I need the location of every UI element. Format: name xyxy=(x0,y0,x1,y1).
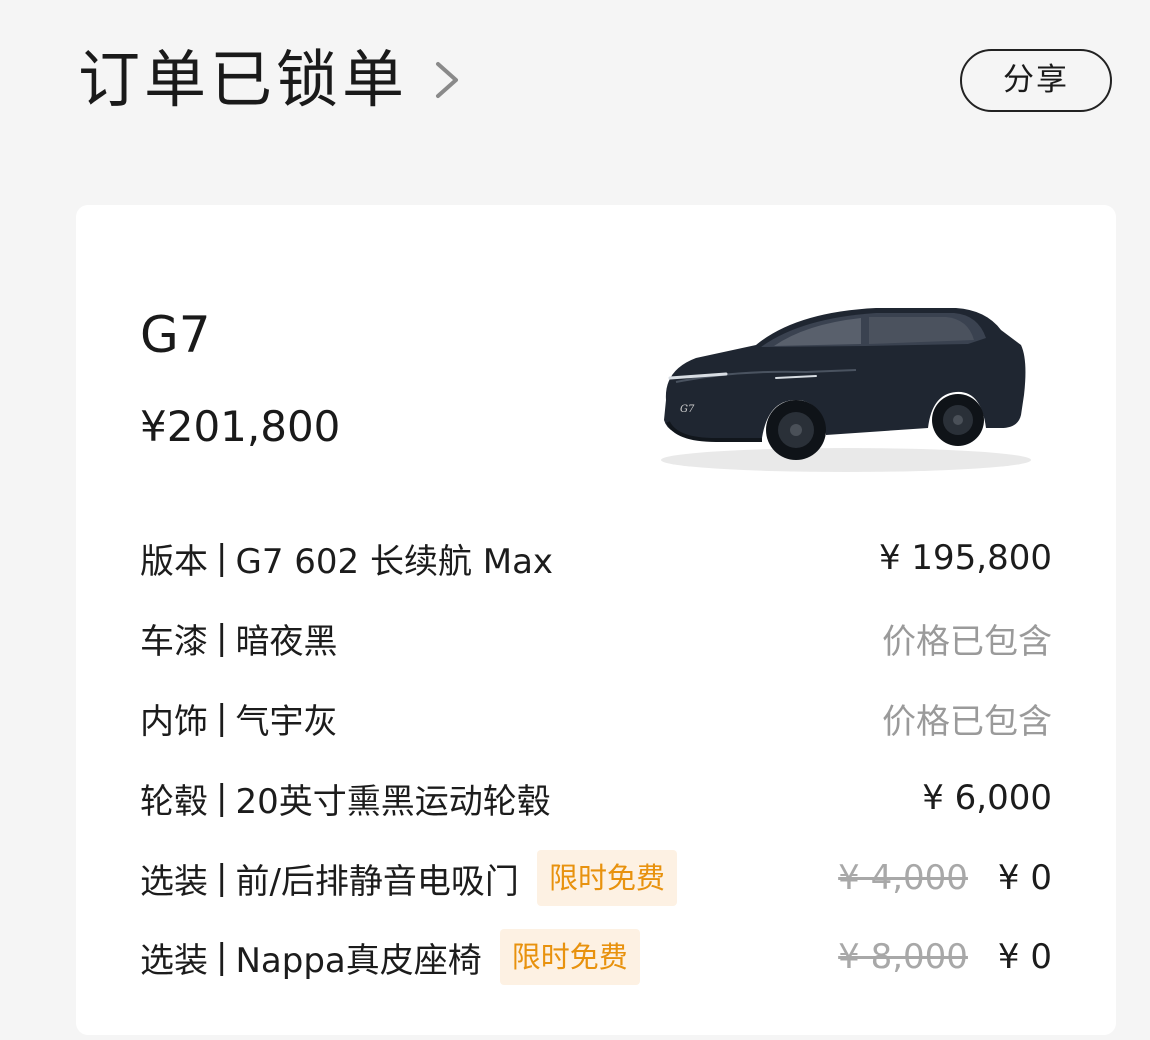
chevron-right-icon[interactable] xyxy=(432,58,464,102)
option-category: 选装 xyxy=(140,861,208,902)
option-value: Nappa真皮座椅 xyxy=(235,940,482,981)
original-price: ¥ 8,000 xyxy=(838,937,968,977)
option-category: 车漆 xyxy=(140,621,208,662)
option-separator: | xyxy=(216,937,228,977)
total-price: ¥201,800 xyxy=(140,402,341,451)
option-price: 价格已包含 xyxy=(882,621,1052,662)
option-label-group: 车漆 | 暗夜黑 xyxy=(140,608,337,668)
page-title[interactable]: 订单已锁单 xyxy=(78,40,408,120)
option-category: 内饰 xyxy=(140,701,208,742)
option-price: ¥ 0 xyxy=(997,937,1052,977)
option-category: 版本 xyxy=(140,541,208,582)
option-label-group: 轮毂 | 20英寸熏黑运动轮毂 xyxy=(140,768,551,828)
option-price-group: 价格已包含 xyxy=(882,688,1052,748)
order-card: G7 ¥201,800 G7 版本 | G7 602 长续航 Max ¥ 195,80… xyxy=(76,205,1116,1035)
option-price: ¥ 6,000 xyxy=(922,778,1052,818)
option-row: 内饰 | 气宇灰 价格已包含 xyxy=(140,688,1052,748)
option-price: ¥ 0 xyxy=(997,858,1052,898)
option-separator: | xyxy=(216,858,228,898)
option-label-group: 内饰 | 气宇灰 xyxy=(140,688,337,748)
option-price-group: ¥ 195,800 xyxy=(879,528,1052,588)
share-button[interactable]: 分享 xyxy=(960,49,1112,112)
original-price: ¥ 4,000 xyxy=(838,858,968,898)
option-value: G7 602 长续航 Max xyxy=(235,541,554,582)
promo-badge: 限时免费 xyxy=(499,929,640,985)
promo-badge: 限时免费 xyxy=(536,850,677,906)
svg-text:G7: G7 xyxy=(680,404,695,415)
option-row: 选装 | Nappa真皮座椅 限时免费 ¥ 8,000 ¥ 0 xyxy=(140,927,1052,987)
option-category: 轮毂 xyxy=(140,781,208,822)
option-separator: | xyxy=(216,538,228,578)
option-label-group: 版本 | G7 602 长续航 Max xyxy=(140,528,553,588)
option-price-group: ¥ 8,000 ¥ 0 xyxy=(838,927,1052,987)
option-price-group: ¥ 6,000 xyxy=(922,768,1052,828)
option-value: 20英寸熏黑运动轮毂 xyxy=(235,781,551,822)
option-label-group: 选装 | Nappa真皮座椅 限时免费 xyxy=(140,927,640,987)
option-value: 气宇灰 xyxy=(235,701,338,742)
option-separator: | xyxy=(216,698,228,738)
option-separator: | xyxy=(216,618,228,658)
option-price: 价格已包含 xyxy=(882,701,1052,742)
option-separator: | xyxy=(216,778,228,818)
option-price-group: 价格已包含 xyxy=(882,608,1052,668)
option-row: 选装 | 前/后排静音电吸门 限时免费 ¥ 4,000 ¥ 0 xyxy=(140,848,1052,908)
option-value: 前/后排静音电吸门 xyxy=(235,861,519,902)
option-price: ¥ 195,800 xyxy=(878,538,1052,578)
car-model-name: G7 xyxy=(140,306,211,364)
option-value: 暗夜黑 xyxy=(235,621,338,662)
option-price-group: ¥ 4,000 ¥ 0 xyxy=(838,848,1052,908)
option-row: 轮毂 | 20英寸熏黑运动轮毂 ¥ 6,000 xyxy=(140,768,1052,828)
page-header: 订单已锁单 分享 xyxy=(0,0,1150,160)
option-row: 车漆 | 暗夜黑 价格已包含 xyxy=(140,608,1052,668)
car-image: G7 xyxy=(661,308,1031,472)
option-label-group: 选装 | 前/后排静音电吸门 限时免费 xyxy=(140,848,677,908)
option-row: 版本 | G7 602 长续航 Max ¥ 195,800 xyxy=(140,528,1052,588)
option-category: 选装 xyxy=(140,940,208,981)
